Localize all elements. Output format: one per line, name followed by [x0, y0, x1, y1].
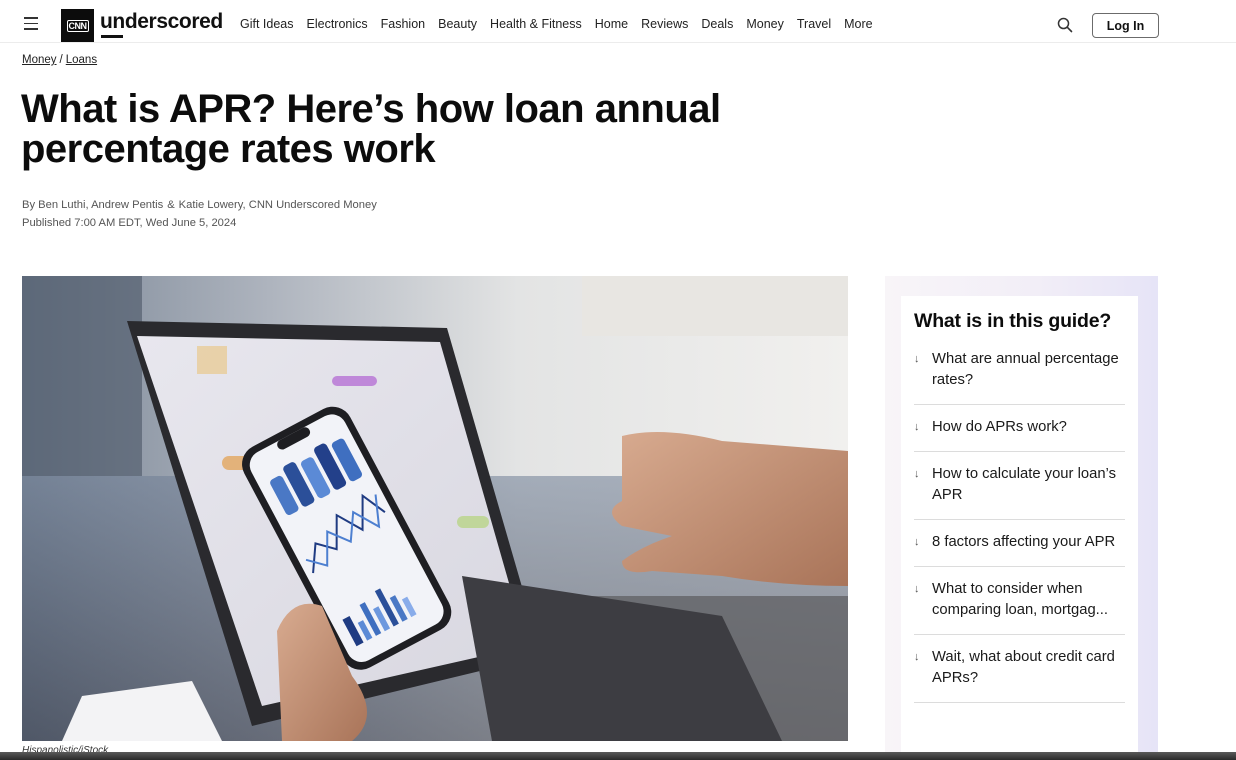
breadcrumb-separator: / [59, 54, 63, 66]
arrow-down-icon: ↓ [914, 583, 920, 595]
nav-more[interactable]: More [844, 17, 872, 31]
author-line: By Ben Luthi, Andrew Pentis & Katie Lowery… [22, 199, 377, 211]
hero-image [22, 276, 848, 741]
toc-item-comparing[interactable]: ↓ What to consider when comparing loan, … [914, 567, 1125, 635]
nav-deals[interactable]: Deals [701, 17, 733, 31]
toc-item-label: How to calculate your loan’s APR [932, 466, 1116, 503]
toc-item-what-are-aprs[interactable]: ↓ What are annual percentage rates? [914, 346, 1125, 405]
toc-item-factors[interactable]: ↓ 8 factors affecting your APR [914, 520, 1125, 567]
hamburger-menu-icon[interactable] [24, 17, 38, 30]
author-ben-luthi[interactable]: Ben Luthi, [38, 199, 88, 211]
nav-travel[interactable]: Travel [797, 17, 831, 31]
nav-home[interactable]: Home [595, 17, 628, 31]
main-nav: Gift Ideas Electronics Fashion Beauty He… [240, 17, 886, 31]
nav-reviews[interactable]: Reviews [641, 17, 688, 31]
author-andrew-pentis[interactable]: Andrew Pentis [91, 199, 163, 211]
breadcrumb-loans[interactable]: Loans [66, 54, 97, 66]
cnn-logo-box: CNN [61, 9, 94, 42]
article-title: What is APR? Here’s how loan annual perc… [21, 87, 721, 171]
nav-money[interactable]: Money [746, 17, 784, 31]
toc-item-calculate-apr[interactable]: ↓ How to calculate your loan’s APR [914, 452, 1125, 520]
publication-name: CNN Underscored Money [248, 199, 377, 211]
breadcrumb: Money / Loans [22, 54, 97, 66]
toc-item-label: How do APRs work? [932, 419, 1067, 435]
toc-item-how-aprs-work[interactable]: ↓ How do APRs work? [914, 405, 1125, 452]
toc-item-label: What to consider when comparing loan, mo… [932, 581, 1109, 618]
article-byline: By Ben Luthi, Andrew Pentis & Katie Lowery… [22, 196, 377, 232]
arrow-down-icon: ↓ [914, 353, 920, 365]
arrow-down-icon: ↓ [914, 468, 920, 480]
nav-electronics[interactable]: Electronics [307, 17, 368, 31]
breadcrumb-money[interactable]: Money [22, 54, 57, 66]
arrow-down-icon: ↓ [914, 651, 920, 663]
login-button[interactable]: Log In [1092, 13, 1159, 38]
nav-gift-ideas[interactable]: Gift Ideas [240, 17, 294, 31]
underscored-wordmark: underscored [100, 8, 223, 38]
nav-fashion[interactable]: Fashion [381, 17, 425, 31]
author-katie-lowery[interactable]: Katie Lowery, [179, 199, 246, 211]
arrow-down-icon: ↓ [914, 421, 920, 433]
publish-date: Published 7:00 AM EDT, Wed June 5, 2024 [22, 217, 237, 229]
window-bottom-edge [0, 752, 1236, 760]
wordmark-underline [101, 35, 123, 38]
arrow-down-icon: ↓ [914, 536, 920, 548]
site-logo[interactable]: CNN underscored [61, 9, 223, 42]
hero-photo-illustration [22, 276, 848, 741]
nav-health-fitness[interactable]: Health & Fitness [490, 17, 582, 31]
nav-beauty[interactable]: Beauty [438, 17, 477, 31]
toc-item-credit-card-aprs[interactable]: ↓ Wait, what about credit card APRs? [914, 635, 1125, 703]
toc-heading: What is in this guide? [914, 310, 1112, 332]
toc-item-label: 8 factors affecting your APR [932, 534, 1116, 550]
toc-item-label: What are annual percentage rates? [932, 351, 1119, 388]
site-header: CNN underscored Gift Ideas Electronics F… [0, 0, 1236, 43]
search-icon[interactable] [1057, 17, 1073, 33]
table-of-contents: What is in this guide? ↓ What are annual… [901, 296, 1138, 756]
toc-item-label: Wait, what about credit card APRs? [932, 649, 1115, 686]
